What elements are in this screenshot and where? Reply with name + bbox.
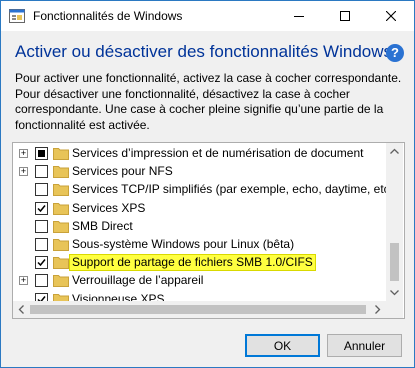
folder-icon (53, 164, 69, 179)
feature-row[interactable]: Services XPS (13, 199, 385, 218)
close-button[interactable] (368, 1, 414, 31)
feature-checkbox[interactable] (35, 183, 48, 197)
feature-row[interactable]: + Verrouillage de l’appareil (13, 271, 385, 290)
scroll-down-icon[interactable] (386, 284, 403, 301)
feature-row[interactable]: Support de partage de fichiers SMB 1.0/C… (13, 253, 385, 272)
cancel-button[interactable]: Annuler (327, 334, 402, 357)
feature-checkbox[interactable] (35, 238, 48, 251)
scroll-right-icon[interactable] (369, 301, 386, 318)
folder-icon (53, 219, 69, 233)
feature-label: Services TCP/IP simplifiés (par exemple,… (72, 182, 398, 197)
instruction-line: Pour activer une fonctionnalité, activez… (15, 71, 402, 85)
folder-icon (53, 146, 69, 160)
folder-icon (53, 255, 69, 270)
features-tree[interactable]: + Services d’impression et de numérisatio… (12, 142, 405, 319)
feature-label: Services pour NFS (72, 164, 173, 179)
feature-row[interactable]: Services TCP/IP simplifiés (par exemple,… (13, 180, 397, 199)
feature-checkbox[interactable] (35, 274, 48, 288)
feature-row[interactable]: Sous-système Windows pour Linux (bêta) (13, 235, 385, 254)
scrollbar-corner (386, 301, 403, 318)
feature-checkbox[interactable] (35, 165, 48, 179)
instruction-line: Pour désactiver une fonctionnalité, désa… (15, 86, 384, 132)
feature-row[interactable]: SMB Direct (13, 217, 385, 236)
feature-checkbox[interactable] (35, 219, 48, 233)
feature-label: SMB Direct (72, 218, 133, 233)
minimize-icon (294, 16, 304, 17)
help-icon[interactable]: ? (386, 44, 404, 62)
vertical-scrollbar[interactable] (386, 143, 403, 301)
horizontal-scroll-thumb[interactable] (30, 305, 366, 314)
feature-label: Services XPS (72, 200, 146, 215)
ok-button[interactable]: OK (245, 334, 320, 357)
maximize-button[interactable] (322, 1, 368, 31)
feature-label: Sous-système Windows pour Linux (bêta) (72, 237, 295, 251)
expand-icon[interactable]: + (19, 167, 28, 177)
feature-row[interactable]: + Services d’impression et de numérisatio… (13, 144, 385, 163)
folder-icon (53, 201, 69, 215)
horizontal-scrollbar[interactable] (13, 301, 386, 318)
feature-label: Verrouillage de l’appareil (72, 273, 204, 288)
feature-label: Services d’impression et de numérisation… (72, 146, 364, 160)
windows-features-icon (9, 9, 25, 23)
feature-checkbox[interactable] (35, 147, 48, 160)
feature-checkbox[interactable] (35, 201, 48, 215)
features-dialog: Fonctionnalités de Windows Activer ou dé… (0, 0, 415, 368)
minimize-button[interactable] (276, 1, 322, 31)
feature-row[interactable]: + Services pour NFS (13, 162, 385, 181)
window-title: Fonctionnalités de Windows (33, 9, 183, 23)
expand-icon[interactable]: + (19, 149, 28, 158)
scroll-up-icon[interactable] (386, 143, 403, 160)
vertical-scroll-thumb[interactable] (390, 243, 399, 281)
dialog-heading: Activer ou désactiver des fonctionnalité… (15, 42, 393, 61)
folder-icon (53, 237, 69, 251)
folder-icon (53, 273, 69, 288)
title-bar[interactable]: Fonctionnalités de Windows (1, 1, 414, 31)
folder-icon (53, 182, 69, 197)
expand-icon[interactable]: + (19, 276, 28, 286)
feature-label: Support de partage de fichiers SMB 1.0/C… (69, 254, 316, 272)
scroll-left-icon[interactable] (13, 301, 30, 318)
instructions: Pour activer une fonctionnalité, activez… (15, 71, 405, 133)
maximize-icon (340, 11, 350, 21)
close-icon (386, 11, 396, 21)
feature-checkbox[interactable] (35, 256, 48, 270)
